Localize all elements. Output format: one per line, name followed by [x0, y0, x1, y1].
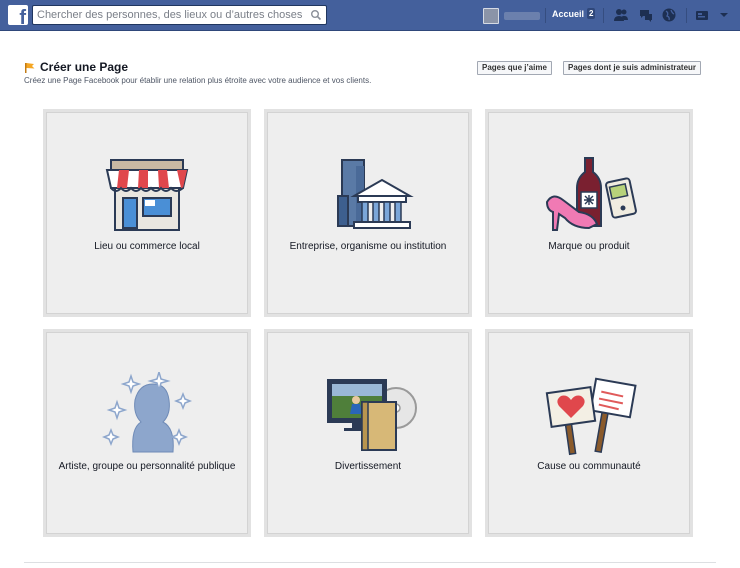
- flag-icon: [25, 63, 35, 73]
- nav-divider: [686, 8, 687, 23]
- category-card-company[interactable]: Entreprise, organisme ou institution: [264, 109, 472, 317]
- category-label: Artiste, groupe ou personnalité publique: [58, 461, 236, 472]
- buildings-icon: [337, 159, 414, 229]
- avatar: [483, 8, 499, 24]
- top-navigation-bar: f Accueil 2: [0, 0, 740, 31]
- entertainment-icon: [327, 379, 417, 451]
- nav-divider: [603, 8, 604, 23]
- page-title-row: Créer une Page: [24, 60, 128, 74]
- pages-i-like-button[interactable]: Pages que j’aime: [477, 61, 552, 75]
- category-card-brand[interactable]: Marque ou produit: [485, 109, 693, 317]
- category-card-artist[interactable]: Artiste, groupe ou personnalité publique: [43, 329, 251, 537]
- category-label: Divertissement: [334, 461, 402, 472]
- nav-divider: [545, 8, 546, 23]
- home-count-badge: 2: [587, 8, 596, 19]
- home-label: Accueil: [552, 8, 585, 19]
- signs-icon: [545, 377, 637, 456]
- person-silhouette-icon: [101, 372, 193, 453]
- category-card-local-business[interactable]: Lieu ou commerce local: [43, 109, 251, 317]
- friend-requests-icon[interactable]: [613, 7, 629, 23]
- notifications-globe-icon[interactable]: [661, 7, 677, 23]
- products-icon: [545, 157, 637, 231]
- category-label: Lieu ou commerce local: [94, 241, 200, 252]
- messages-icon[interactable]: [638, 7, 654, 23]
- footer-divider: [24, 562, 716, 563]
- search-input[interactable]: [33, 6, 303, 24]
- category-card-entertainment[interactable]: Divertissement: [264, 329, 472, 537]
- category-label: Marque ou produit: [548, 241, 630, 252]
- profile-link[interactable]: [483, 8, 540, 24]
- search-box: [32, 5, 327, 25]
- category-card-cause[interactable]: Cause ou communauté: [485, 329, 693, 537]
- category-label: Entreprise, organisme ou institution: [289, 241, 447, 252]
- category-label: Cause ou communauté: [537, 461, 641, 472]
- page-subtitle: Créez une Page Facebook pour établir une…: [24, 76, 372, 85]
- home-link[interactable]: Accueil 2: [552, 8, 596, 19]
- search-icon[interactable]: [310, 9, 322, 21]
- pages-i-admin-button[interactable]: Pages dont je suis administrateur: [563, 61, 702, 75]
- settings-dropdown-icon[interactable]: [716, 7, 732, 23]
- profile-name-blurred: [504, 12, 540, 20]
- page-title: Créer une Page: [40, 60, 129, 74]
- privacy-shortcuts-icon[interactable]: [694, 7, 710, 23]
- storefront-icon: [105, 159, 189, 231]
- facebook-logo[interactable]: f: [8, 5, 28, 25]
